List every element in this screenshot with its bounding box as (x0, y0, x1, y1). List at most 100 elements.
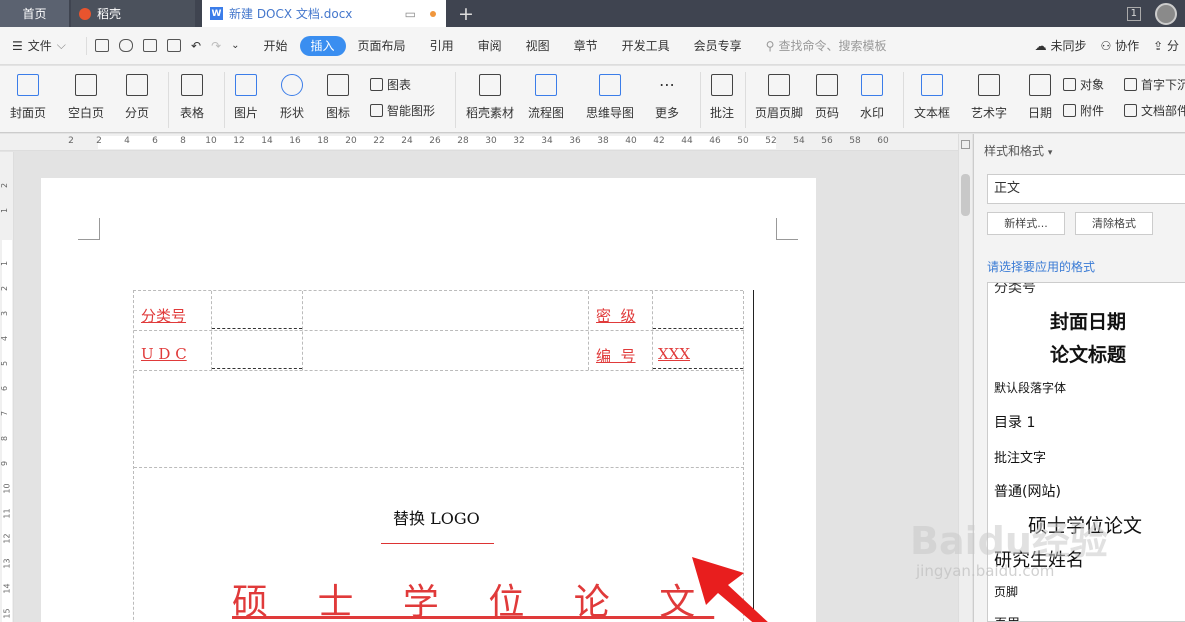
ellipsis-icon: ⋯ (659, 75, 675, 94)
new-style-button[interactable]: 新样式... (987, 212, 1065, 235)
collaborate-button[interactable]: ⚇ 协作 (1101, 37, 1140, 54)
style-item[interactable]: 页眉 (994, 613, 1020, 621)
page-number-button[interactable]: 页码 (815, 74, 839, 121)
horizontal-ruler[interactable]: 2 2 4 6 8 10 12 14 16 18 20 22 24 26 28 30 32 34 36 38 40 42 4… (0, 134, 960, 151)
udc-label[interactable]: U D C (141, 345, 187, 363)
comment-button[interactable]: 批注 (710, 74, 734, 121)
ruler-tick-label: 46 (709, 136, 721, 146)
document-canvas[interactable]: 分类号 密 级 U D C 编 号 XXX 替换 LOGO 硕 士 学 位 论 … (14, 152, 958, 622)
icon-button[interactable]: 图标 (326, 74, 350, 121)
thesis-title[interactable]: 硕 士 学 位 论 文 (232, 573, 714, 622)
tab-review[interactable]: 审阅 (466, 36, 514, 56)
window-count-badge[interactable]: 1 (1126, 6, 1141, 21)
style-item[interactable]: 批注文字 (994, 447, 1046, 466)
tab-view[interactable]: 视图 (514, 36, 562, 56)
redo-icon[interactable]: ↷ (211, 39, 221, 53)
style-item[interactable]: 目录 1 (994, 412, 1035, 432)
text-box-button[interactable]: 文本框 (914, 74, 950, 121)
tab-insert[interactable]: 插入 (299, 35, 346, 56)
vertical-ruler-tick-label: 13 (2, 558, 12, 569)
cover-page-button[interactable]: 封面页 (10, 74, 46, 121)
drop-cap-button[interactable]: 首字下沉 (1124, 76, 1185, 93)
print-preview-icon[interactable] (167, 39, 181, 52)
docer-material-button[interactable]: 稻壳素材 (466, 74, 514, 121)
vertical-ruler-tick-label: 2 (0, 182, 10, 189)
vertical-ruler-tick-label: 11 (2, 508, 12, 519)
share-button[interactable]: ⇪ 分 (1153, 37, 1179, 54)
attachment-button[interactable]: 附件 (1063, 102, 1104, 119)
picture-icon (235, 74, 257, 96)
baidu-watermark: Baidu经验 jingyan.baidu.com (910, 510, 1130, 605)
doc-parts-button[interactable]: 文档部件 (1124, 102, 1185, 119)
more-button[interactable]: ⋯ 更多 (655, 74, 679, 121)
vertical-ruler-tick-label: 6 (0, 385, 10, 392)
object-button[interactable]: 对象 (1063, 76, 1104, 93)
monitor-icon[interactable]: ▭ (405, 7, 416, 21)
page-break-button[interactable]: 分页 (125, 74, 149, 121)
ruler-tick-label: 32 (513, 136, 525, 146)
style-item[interactable]: 封面日期 (1050, 307, 1126, 334)
sync-status[interactable]: ☁ 未同步 (1035, 37, 1087, 54)
date-button[interactable]: 日期 (1028, 74, 1052, 121)
drop-cap-label: 首字下沉 (1141, 78, 1185, 92)
blank-page-label: 空白页 (68, 106, 105, 120)
chart-button[interactable]: 图表 (370, 76, 411, 93)
style-item[interactable]: 普通(网站) (994, 481, 1061, 501)
tab-start[interactable]: 开始 (252, 36, 300, 56)
flowchart-button[interactable]: 流程图 (528, 74, 564, 121)
tab-docer[interactable]: 稻壳 (71, 0, 195, 27)
clear-format-button[interactable]: 清除格式 (1075, 212, 1153, 235)
field-underline (653, 328, 743, 329)
undo-icon[interactable]: ↶ (191, 39, 201, 53)
toolbar-divider (168, 72, 169, 128)
table-col-line (211, 291, 212, 370)
save-icon[interactable] (95, 39, 109, 52)
file-menu[interactable]: ☰ 文件 ⌵ (0, 37, 86, 54)
tab-member[interactable]: 会员专享 (682, 36, 754, 56)
shape-button[interactable]: 形状 (280, 74, 304, 121)
text-box-label: 文本框 (914, 106, 951, 120)
tab-references[interactable]: 引用 (418, 36, 466, 56)
number-value[interactable]: XXX (658, 345, 690, 363)
tab-document[interactable]: W 新建 DOCX 文档.docx ▭ (202, 0, 446, 27)
tab-developer[interactable]: 开发工具 (610, 36, 682, 56)
scroll-toggle-icon[interactable] (961, 140, 970, 149)
icon-label: 图标 (326, 106, 351, 120)
watermark-button[interactable]: 水印 (860, 74, 884, 121)
export-icon[interactable] (119, 39, 133, 52)
number-label[interactable]: 编 号 (596, 345, 636, 366)
field-underline (212, 368, 302, 369)
secret-level-label[interactable]: 密 级 (596, 305, 636, 326)
style-item[interactable]: 分类号 (994, 283, 1036, 297)
tab-page-layout[interactable]: 页面布局 (346, 36, 418, 56)
new-tab-plus-icon[interactable]: + (446, 0, 486, 27)
classification-label[interactable]: 分类号 (141, 305, 186, 326)
drop-cap-icon (1124, 78, 1137, 91)
word-art-button[interactable]: 艺术字 (971, 74, 1007, 121)
header-footer-button[interactable]: 页眉页脚 (755, 74, 803, 121)
tab-home[interactable]: 首页 (0, 0, 69, 27)
avatar[interactable] (1155, 2, 1177, 25)
mind-map-button[interactable]: 思维导图 (586, 74, 634, 121)
table-row-line (134, 370, 744, 371)
mind-map-label: 思维导图 (586, 106, 635, 120)
scrollbar-thumb[interactable] (961, 174, 970, 216)
tab-section[interactable]: 章节 (562, 36, 610, 56)
tab-docer-label: 稻壳 (97, 7, 122, 21)
cover-table[interactable]: 分类号 密 级 U D C 编 号 XXX 替换 LOGO 硕 士 学 位 论 … (133, 290, 754, 622)
vertical-ruler[interactable]: 2 1 1 2 3 4 5 6 7 8 9 10 11 12 13 14 15 (0, 152, 14, 622)
picture-button[interactable]: 图片 (234, 74, 258, 121)
style-item[interactable]: 论文标题 (1050, 340, 1126, 367)
quick-access-dropdown-icon[interactable]: ⌄ (231, 40, 239, 51)
styles-panel-title[interactable]: 样式和格式 ▾ (984, 142, 1052, 159)
table-button[interactable]: 表格 (180, 74, 204, 121)
print-icon[interactable] (143, 39, 157, 52)
style-item[interactable]: 默认段落字体 (994, 379, 1066, 396)
smart-art-button[interactable]: 智能图形 (370, 102, 435, 119)
text-box-icon (921, 74, 943, 96)
vertical-ruler-tick-label: 4 (0, 335, 10, 342)
blank-page-button[interactable]: 空白页 (68, 74, 104, 121)
logo-placeholder[interactable]: 替换 LOGO (393, 505, 480, 529)
command-search[interactable]: ⚲ 查找命令、搜索模板 (766, 37, 887, 54)
current-style-box[interactable]: 正文 (987, 174, 1185, 204)
